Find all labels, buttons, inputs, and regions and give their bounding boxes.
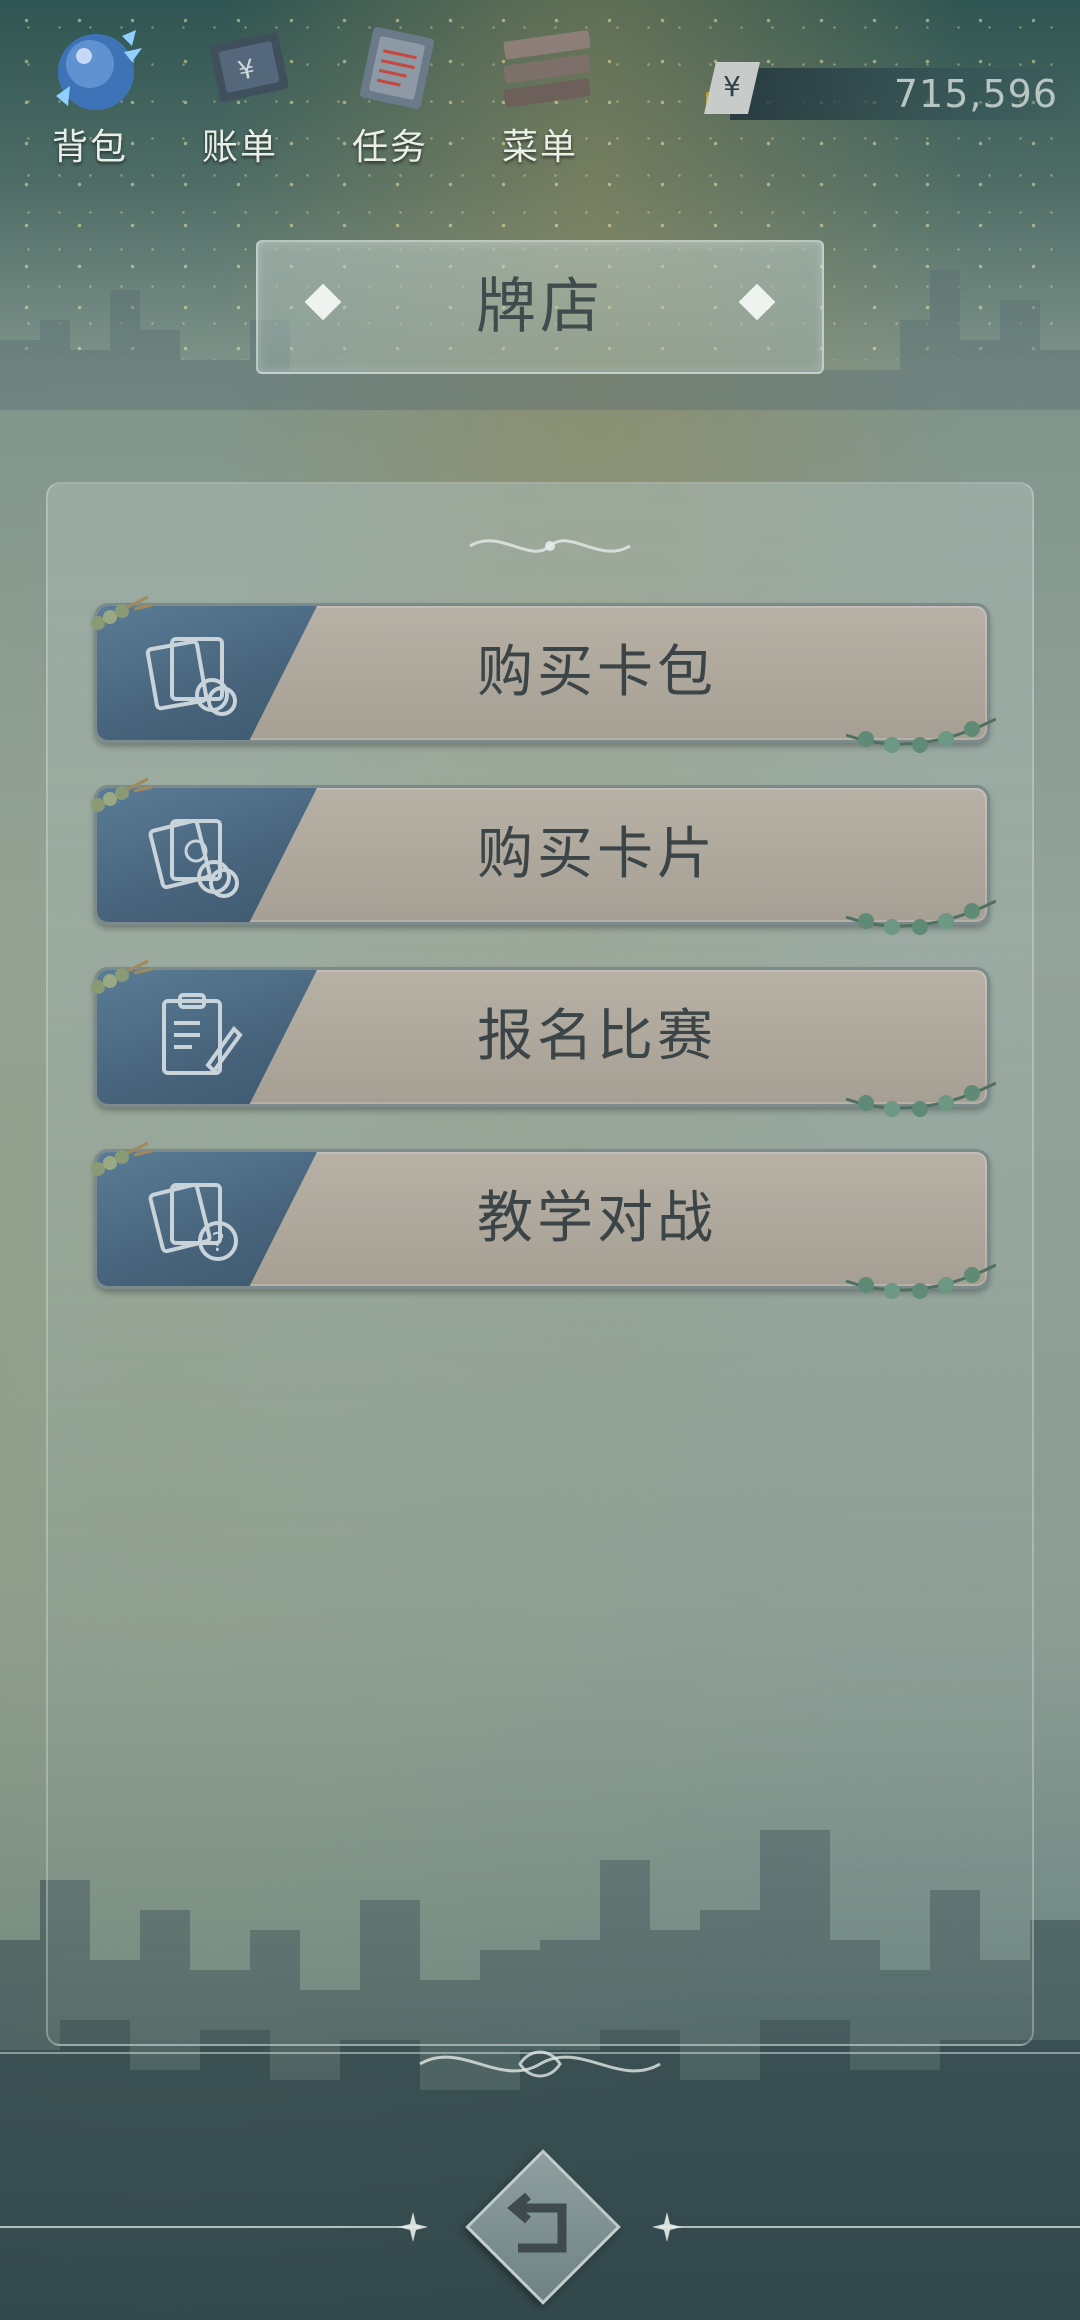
buy-cards-button[interactable]: 购买卡片 <box>91 777 996 935</box>
card-pack-icon <box>145 637 237 716</box>
sparkle-icon <box>398 2212 428 2242</box>
tutorial-battle-label: 教学对战 <box>477 1186 717 1251</box>
bill-icon: ¥ <box>209 32 289 102</box>
nav-task[interactable]: 任务 <box>320 18 460 168</box>
register-match-label: 报名比赛 <box>477 1004 717 1069</box>
menu-icon <box>503 30 591 108</box>
cards-question-icon: ? <box>148 1182 238 1261</box>
flourish-ornament-top <box>469 539 631 553</box>
bottom-divider-right <box>660 2226 1080 2228</box>
sparkle-icon <box>652 2212 682 2242</box>
nav-bill[interactable]: ¥ 账单 <box>170 18 310 168</box>
nav-bill-label: 账单 <box>201 127 278 168</box>
clipboard-pen-icon <box>162 993 243 1075</box>
task-icon <box>359 27 435 109</box>
register-match-button[interactable]: 报名比赛 <box>91 959 996 1117</box>
svg-text:?: ? <box>211 1228 225 1258</box>
tutorial-battle-button[interactable]: ? 教学对战 <box>91 1141 996 1299</box>
currency-symbol: ¥ <box>723 70 741 103</box>
buy-card-pack-label: 购买卡包 <box>477 640 717 705</box>
currency-value: 715,596 <box>893 72 1058 116</box>
cards-coins-icon <box>148 818 239 898</box>
buy-cards-label: 购买卡片 <box>477 822 717 887</box>
yen-card-icon: ¥ <box>704 62 760 114</box>
return-arrow-icon <box>507 2192 567 2253</box>
backpack-orb-icon <box>56 30 142 110</box>
bottom-divider-left <box>0 2226 420 2228</box>
page-title-box: 牌店 <box>256 240 824 374</box>
nav-menu-label: 菜单 <box>501 127 578 168</box>
nav-menu[interactable]: 菜单 <box>470 18 610 168</box>
flourish-ornament-bottom <box>419 2050 661 2078</box>
top-navigation: 背包 ¥ 账单 任务 菜单 <box>20 18 640 168</box>
nav-backpack[interactable]: 背包 <box>20 18 160 168</box>
nav-backpack-label: 背包 <box>51 127 128 168</box>
page-title: 牌店 <box>476 272 604 342</box>
currency-display: ¥ 715,596 <box>690 58 1070 128</box>
back-button[interactable] <box>465 2149 621 2305</box>
buy-card-pack-button[interactable]: 购买卡包 <box>91 595 996 753</box>
nav-task-label: 任务 <box>351 127 428 168</box>
